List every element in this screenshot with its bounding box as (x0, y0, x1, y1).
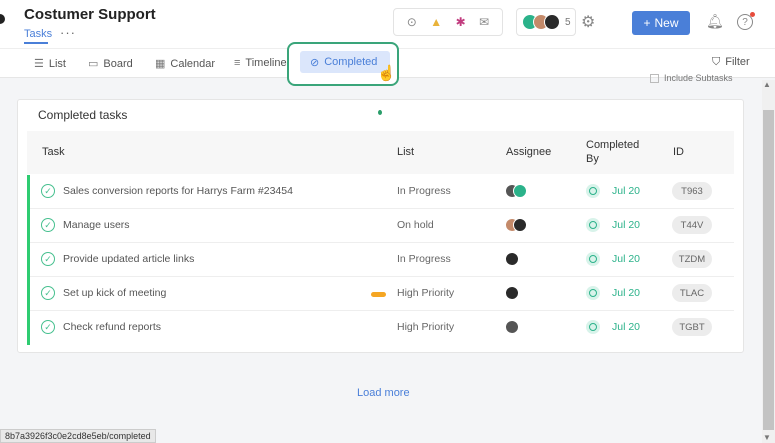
scrollbar-thumb[interactable] (763, 110, 774, 430)
google-drive-icon[interactable]: ▲ (430, 15, 442, 29)
task-name[interactable]: Set up kick of meeting (63, 287, 166, 299)
avatar (544, 14, 560, 30)
members-avatars[interactable]: 5 (516, 8, 576, 36)
avatar (505, 252, 519, 266)
include-subtasks[interactable]: Include Subtasks (650, 73, 733, 83)
completed-by-avatar (586, 286, 600, 300)
view-label: List (48, 57, 66, 70)
check-icon[interactable]: ✓ (41, 218, 55, 232)
filter-button[interactable]: ⛉ Filter (712, 56, 750, 69)
completed-date: Jul 20 (612, 287, 641, 299)
view-list[interactable]: ☰ List (34, 57, 66, 71)
task-list: On hold (397, 219, 434, 231)
board-icon: ▭ (88, 58, 99, 70)
view-label: Board (103, 57, 133, 70)
new-button-label: New (654, 16, 679, 30)
view-label: Calendar (170, 57, 216, 70)
row-accent (27, 175, 30, 209)
table-row[interactable]: ✓ Check refund reports High Priority Jul… (27, 311, 734, 345)
check-icon[interactable]: ✓ (41, 320, 55, 334)
more-options-icon[interactable]: ··· (60, 25, 76, 40)
mail-icon[interactable]: ✉ (479, 15, 489, 29)
col-list: List (397, 146, 415, 158)
subtasks-checkbox[interactable] (650, 73, 659, 83)
avatar (505, 286, 519, 300)
page-title: Costumer Support (24, 6, 156, 23)
row-accent (27, 209, 30, 243)
completed-by-avatar (586, 184, 600, 198)
table-header: Task List Assignee Completed By ID (27, 131, 734, 174)
task-name[interactable]: Manage users (63, 219, 130, 231)
task-id-badge: TZDM (672, 250, 712, 268)
timeline-icon: ≡ (234, 57, 241, 69)
load-more-link[interactable]: Load more (357, 387, 410, 399)
card-title: Completed tasks (38, 108, 128, 122)
row-accent (27, 311, 30, 345)
tab-tasks[interactable]: Tasks (24, 28, 52, 40)
integration-circle-icon[interactable]: ⊙ (407, 15, 417, 29)
check-icon[interactable]: ✓ (41, 252, 55, 266)
table-row[interactable]: ✓ Provide updated article links In Progr… (27, 243, 734, 277)
new-button[interactable]: + New (632, 11, 690, 35)
avatar-count: 5 (565, 17, 571, 28)
task-id-badge: TGBT (672, 318, 712, 336)
table-row[interactable]: ✓ Set up kick of meeting High Priority J… (27, 277, 734, 311)
check-icon[interactable]: ✓ (41, 184, 55, 198)
view-board[interactable]: ▭ Board (88, 57, 133, 71)
completed-by-avatar (586, 320, 600, 334)
list-icon: ☰ (34, 58, 44, 70)
filter-icon: ⛉ (712, 56, 721, 68)
completed-date: Jul 20 (612, 253, 641, 265)
slack-icon[interactable]: ✱ (456, 15, 466, 29)
indicator-dot (378, 110, 382, 115)
plus-icon: + (643, 16, 651, 30)
tab-underline (24, 42, 48, 44)
priority-flag (371, 292, 386, 297)
filter-label: Filter (725, 56, 750, 68)
table-row[interactable]: ✓ Manage users On hold Jul 20 T44V (27, 209, 734, 243)
check-icon[interactable]: ✓ (41, 286, 55, 300)
bell-icon[interactable]: 🔔︎ (706, 13, 724, 30)
avatar (505, 320, 519, 334)
subtasks-label: Include Subtasks (664, 73, 733, 83)
view-timeline[interactable]: ≡ Timeline (234, 57, 287, 69)
completed-date: Jul 20 (612, 321, 641, 333)
completed-by-avatar (586, 252, 600, 266)
completed-by-avatar (586, 218, 600, 232)
table-row[interactable]: ✓ Sales conversion reports for Harrys Fa… (27, 175, 734, 209)
task-name[interactable]: Provide updated article links (63, 253, 194, 265)
task-name[interactable]: Check refund reports (63, 321, 161, 333)
scroll-up-icon[interactable]: ▲ (763, 80, 771, 89)
task-list: High Priority (397, 287, 455, 299)
task-id-badge: T963 (672, 182, 712, 200)
col-assignee: Assignee (506, 146, 552, 158)
calendar-icon: ▦ (155, 58, 166, 70)
avatar (513, 184, 527, 198)
avatar (513, 218, 527, 232)
view-label: Timeline (245, 57, 287, 69)
task-list: In Progress (397, 253, 451, 265)
col-id: ID (673, 146, 684, 158)
view-label: Completed (324, 56, 378, 68)
hand-cursor-icon: ☝ (377, 65, 396, 82)
completed-date: Jul 20 (612, 219, 641, 231)
col-completed-by: By (586, 153, 599, 165)
task-id-badge: TLAC (672, 284, 712, 302)
scroll-down-icon[interactable]: ▼ (763, 433, 771, 442)
row-accent (27, 277, 30, 311)
gear-icon[interactable]: ⚙ (581, 12, 595, 32)
view-calendar[interactable]: ▦ Calendar (155, 57, 216, 71)
integrations-bar: ⊙ ▲ ✱ ✉ (393, 8, 503, 36)
task-name[interactable]: Sales conversion reports for Harrys Farm… (63, 185, 293, 197)
col-task: Task (42, 146, 65, 158)
col-completed-by: Completed (586, 139, 640, 151)
notification-dot (750, 12, 755, 17)
task-list: High Priority (397, 321, 455, 333)
task-list: In Progress (397, 185, 451, 197)
row-accent (27, 243, 30, 277)
task-id-badge: T44V (672, 216, 712, 234)
completed-icon: ⊘ (310, 56, 320, 69)
completed-date: Jul 20 (612, 185, 641, 197)
status-url: 8b7a3926f3c0e2cd8e5eb/completed (0, 429, 156, 443)
